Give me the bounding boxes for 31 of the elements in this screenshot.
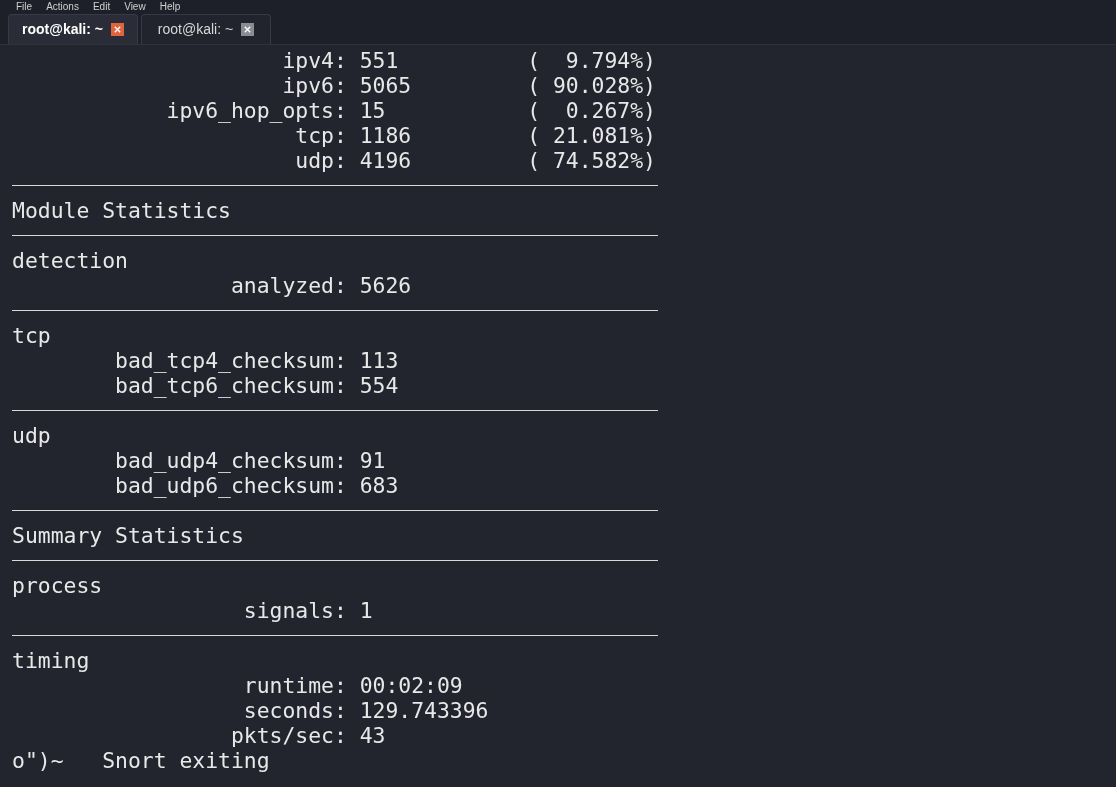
terminal-line: bad_tcp6_checksum: 554 (114, 373, 399, 398)
terminal-line: ipv6_hop_opts: 15 ( 0.267%) (165, 98, 656, 123)
terminal-line: Module Statistics (12, 198, 231, 223)
menu-item[interactable]: Help (159, 1, 181, 12)
menu-item[interactable]: File (16, 1, 33, 12)
terminal-line: process (12, 573, 103, 598)
terminal-line: o")~ Snort exiting (12, 748, 270, 773)
terminal-line: bad_udp6_checksum: 683 (114, 473, 399, 498)
terminal-tab[interactable]: root@kali: ~ (141, 14, 271, 44)
terminal-line: signals: 1 (242, 598, 373, 623)
menu-item[interactable]: Actions (46, 1, 79, 12)
terminal-line: bad_tcp4_checksum: 113 (114, 348, 399, 373)
terminal-line: udp: 4196 ( 74.582%) (294, 148, 656, 173)
terminal-line: ipv6: 5065 ( 90.028%) (281, 73, 656, 98)
terminal-line: pkts/sec: 43 (229, 723, 386, 748)
close-icon[interactable] (110, 23, 124, 36)
terminal-line: timing (12, 648, 90, 673)
terminal-line: analyzed: 5626 (229, 273, 412, 298)
terminal-line: Summary Statistics (12, 523, 244, 548)
terminal-line: udp (12, 423, 51, 448)
menu-item[interactable]: Edit (92, 1, 111, 12)
close-icon[interactable] (241, 23, 255, 36)
menu-item[interactable]: View (124, 1, 146, 12)
terminal-line: detection (12, 248, 128, 273)
terminal-tab[interactable]: root@kali: ~ (8, 14, 138, 44)
terminal-line: ipv4: 551 ( 9.794%) (281, 48, 656, 73)
terminal-line: bad_udp4_checksum: 91 (114, 448, 386, 473)
terminal-line: seconds: 129.743396 (242, 698, 489, 723)
terminal-line: tcp (12, 323, 51, 348)
terminal-line: tcp: 1186 ( 21.081%) (294, 123, 656, 148)
terminal-line: runtime: 00:02:09 (242, 673, 463, 698)
